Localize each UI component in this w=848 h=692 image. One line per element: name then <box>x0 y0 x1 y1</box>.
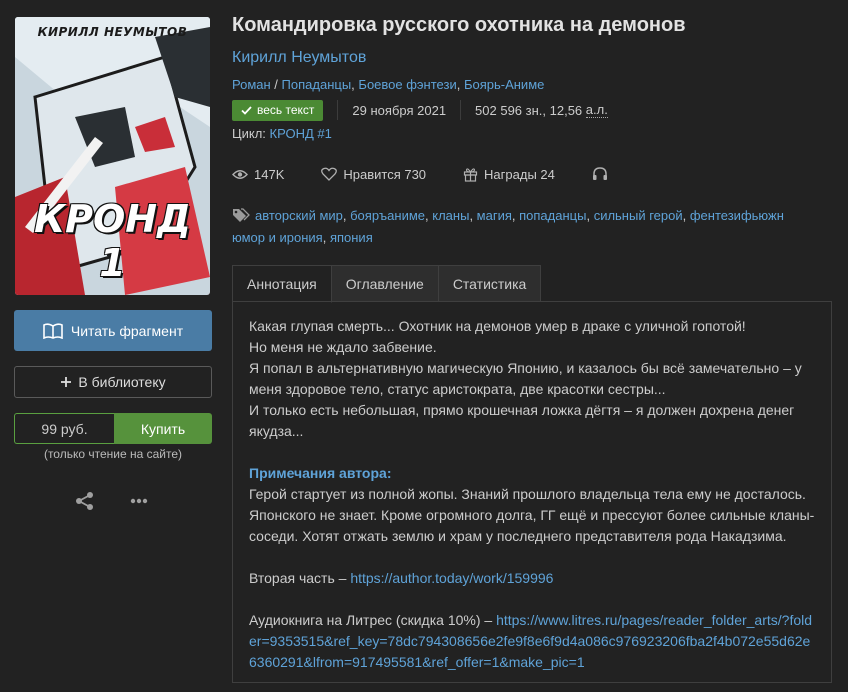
divider <box>337 100 339 120</box>
tab-annotation[interactable]: Аннотация <box>232 265 332 303</box>
book-cover[interactable]: КИРИЛЛ НЕУМЫТОВ КРОНД 1 <box>15 17 210 295</box>
book-open-icon <box>43 322 63 339</box>
tag-link[interactable]: юмор и ирония <box>232 230 323 245</box>
more-options-icon[interactable] <box>129 491 149 511</box>
views-stat: 147K <box>232 167 284 182</box>
cycle-label: Цикл: <box>232 126 270 141</box>
cover-title-text: КРОНД 1 <box>34 197 191 285</box>
second-part-label: Вторая часть – <box>249 570 351 586</box>
likes-stat[interactable]: Нравится 730 <box>321 167 426 182</box>
tags-icon <box>233 208 250 222</box>
cycle-row: Цикл: КРОНД #1 <box>232 126 332 141</box>
gift-icon <box>463 167 478 182</box>
annotation-panel: Какая глупая смерть... Охотник на демоно… <box>232 301 832 683</box>
check-icon <box>241 105 252 115</box>
book-meta-row: весь текст 29 ноября 2021 502 596 зн., 1… <box>232 99 608 121</box>
cover-author-text: КИРИЛЛ НЕУМЫТОВ <box>37 25 188 39</box>
stats-row: 147K Нравится 730 Награды 24 <box>232 164 645 184</box>
genre-link[interactable]: Боевое фэнтези <box>358 77 456 92</box>
awards-count: Награды 24 <box>484 166 555 182</box>
book-size-unit: а.л. <box>585 102 608 118</box>
second-part-link[interactable]: https://author.today/work/159996 <box>350 570 553 586</box>
genre-main-link[interactable]: Роман <box>232 77 271 92</box>
price-note: (только чтение на сайте) <box>43 447 183 461</box>
plus-icon <box>61 377 72 387</box>
likes-count: Нравится 730 <box>343 166 427 182</box>
buy-button[interactable]: Купить <box>114 413 212 444</box>
headphones-icon <box>592 167 607 180</box>
author-notes-title: Примечания автора: <box>249 465 392 481</box>
share-icon[interactable] <box>75 491 95 511</box>
tag-list: авторский мир, бояръаниме, кланы, магия,… <box>232 208 784 245</box>
awards-stat[interactable]: Награды 24 <box>463 167 555 182</box>
tag-link[interactable]: япония <box>330 230 373 245</box>
tab-statistics[interactable]: Статистика <box>438 265 542 302</box>
views-count: 147K <box>254 166 285 182</box>
price-value: 99 руб. <box>14 413 114 444</box>
divider <box>460 100 462 120</box>
tag-link[interactable]: магия <box>477 208 512 223</box>
tab-contents[interactable]: Оглавление <box>331 265 439 302</box>
book-title: Командировка русского охотника на демоно… <box>232 14 686 36</box>
full-text-badge-label: весь текст <box>257 103 315 117</box>
add-to-library-label: В библиотеку <box>78 374 166 390</box>
audiobook-row: Аудиокнига на Литрес (скидка 10%) – http… <box>249 610 815 673</box>
tag-link[interactable]: бояръаниме <box>350 208 425 223</box>
genre-separator: / <box>270 77 282 92</box>
audiobook-stat[interactable] <box>592 167 608 181</box>
read-fragment-button[interactable]: Читать фрагмент <box>14 310 212 351</box>
author-notes-text: Герой стартует из полной жопы. Знаний пр… <box>249 486 815 544</box>
tag-link[interactable]: кланы <box>432 208 469 223</box>
publish-date: 29 ноября 2021 <box>352 102 447 118</box>
tag-link[interactable]: сильный герой <box>594 208 683 223</box>
tag-link[interactable]: попаданцы <box>519 208 586 223</box>
book-size: 502 596 зн., 12,56 <box>475 102 583 118</box>
second-part-row: Вторая часть – https://author.today/work… <box>249 568 815 589</box>
annotation-text: Какая глупая смерть... Охотник на демоно… <box>249 318 802 439</box>
book-tabs: Аннотация Оглавление Статистика <box>232 265 542 303</box>
heart-icon <box>321 167 338 181</box>
tag-link[interactable]: авторский мир <box>255 208 343 223</box>
audiobook-label: Аудиокнига на Литрес (скидка 10%) – <box>249 612 497 628</box>
full-text-badge: весь текст <box>232 99 324 121</box>
genre-list: Роман / Попаданцы, Боевое фэнтези, Боярь… <box>232 77 545 92</box>
author-link[interactable]: Кирилл Неумытов <box>232 49 366 67</box>
read-fragment-label: Читать фрагмент <box>70 322 184 339</box>
genre-link[interactable]: Боярь-Аниме <box>464 77 544 92</box>
add-to-library-button[interactable]: В библиотеку <box>14 366 212 398</box>
tag-link[interactable]: фентезифьюжн <box>690 208 784 223</box>
genre-link[interactable]: Попаданцы <box>282 77 352 92</box>
eye-icon <box>232 169 248 179</box>
cycle-link[interactable]: КРОНД #1 <box>270 126 332 141</box>
